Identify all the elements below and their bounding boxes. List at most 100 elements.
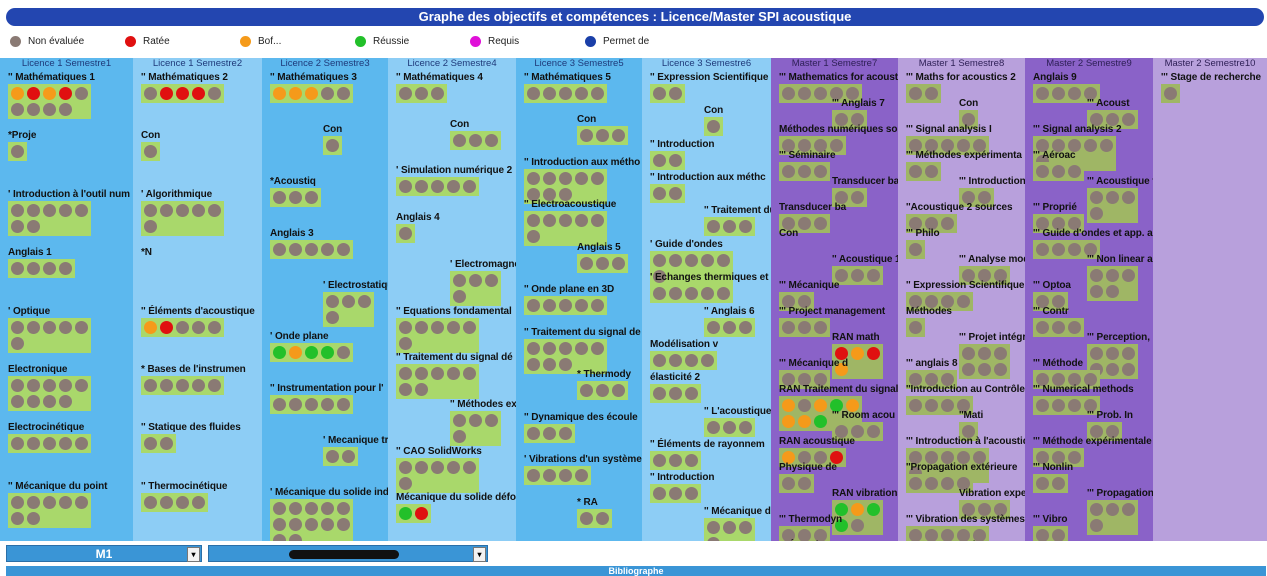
- evaluation-dot[interactable]: [469, 413, 482, 427]
- evaluation-dot[interactable]: [27, 203, 40, 217]
- evaluation-dot[interactable]: [11, 219, 24, 233]
- evaluation-dot[interactable]: [814, 217, 827, 230]
- competency-label[interactable]: Physique de: [779, 462, 837, 473]
- competency-label[interactable]: ''' Analyse modale: [959, 254, 1025, 265]
- competency-label[interactable]: ''' Introduction: [959, 176, 1025, 187]
- competency-label[interactable]: ''' Philo: [906, 228, 940, 239]
- evaluation-dot[interactable]: [1052, 477, 1065, 490]
- evaluation-dot[interactable]: [527, 214, 540, 228]
- evaluation-dot[interactable]: [575, 214, 588, 228]
- competency-label[interactable]: '' Thermocinétique: [141, 481, 227, 492]
- competency-box[interactable]: [396, 504, 431, 524]
- evaluation-dot[interactable]: [575, 299, 588, 313]
- competency-box[interactable]: [1161, 84, 1180, 103]
- evaluation-dot[interactable]: [909, 165, 922, 178]
- evaluation-dot[interactable]: [27, 495, 40, 509]
- evaluation-dot[interactable]: [273, 534, 286, 541]
- evaluation-dot[interactable]: [75, 437, 88, 451]
- evaluation-dot[interactable]: [447, 180, 460, 194]
- competency-label[interactable]: ''Introduction au Contrôle: [906, 384, 1025, 395]
- evaluation-dot[interactable]: [723, 420, 736, 434]
- competency-label[interactable]: '' Introduction aux métho: [524, 157, 640, 168]
- competency-label[interactable]: '' Mathématiques 4: [396, 72, 483, 83]
- evaluation-dot[interactable]: [447, 320, 460, 334]
- evaluation-dot[interactable]: [43, 320, 56, 334]
- competency-box[interactable]: [141, 434, 176, 454]
- competency-label[interactable]: '' Traitement du signal d: [704, 205, 771, 216]
- competency-label[interactable]: ''' Acoustique fluide visqueux: [1087, 176, 1153, 187]
- competency-box[interactable]: [270, 84, 353, 103]
- evaluation-dot[interactable]: [208, 378, 221, 392]
- evaluation-dot[interactable]: [653, 453, 666, 467]
- competency-label[interactable]: '' Mathématiques 1: [8, 72, 95, 83]
- evaluation-dot[interactable]: [1052, 529, 1065, 541]
- evaluation-dot[interactable]: [851, 347, 864, 360]
- competency-box[interactable]: [1087, 500, 1138, 535]
- evaluation-dot[interactable]: [596, 511, 609, 525]
- evaluation-dot[interactable]: [685, 453, 698, 467]
- evaluation-dot[interactable]: [798, 165, 811, 178]
- evaluation-dot[interactable]: [739, 420, 752, 434]
- evaluation-dot[interactable]: [707, 220, 720, 234]
- evaluation-dot[interactable]: [176, 495, 189, 509]
- evaluation-dot[interactable]: [653, 253, 666, 267]
- evaluation-dot[interactable]: [1036, 321, 1049, 334]
- competency-box[interactable]: [141, 375, 224, 395]
- evaluation-dot[interactable]: [1122, 269, 1135, 282]
- competency-label[interactable]: '' Mathématiques 3: [270, 72, 357, 83]
- evaluation-dot[interactable]: [326, 310, 339, 324]
- evaluation-dot[interactable]: [11, 336, 24, 350]
- evaluation-dot[interactable]: [273, 398, 286, 412]
- competency-label[interactable]: Con: [323, 124, 342, 135]
- evaluation-dot[interactable]: [289, 242, 302, 256]
- evaluation-dot[interactable]: [160, 378, 173, 392]
- competency-label[interactable]: Transducer basics 1: [832, 176, 898, 187]
- competency-box[interactable]: [323, 135, 342, 155]
- level-select[interactable]: M1 ▾: [6, 545, 202, 562]
- evaluation-dot[interactable]: [337, 242, 350, 256]
- competency-box[interactable]: [779, 474, 814, 493]
- evaluation-dot[interactable]: [739, 320, 752, 334]
- competency-label[interactable]: Méthodes: [906, 306, 952, 317]
- competency-label[interactable]: ' Onde plane: [270, 331, 329, 342]
- evaluation-dot[interactable]: [289, 502, 302, 516]
- evaluation-dot[interactable]: [798, 87, 811, 100]
- evaluation-dot[interactable]: [559, 299, 572, 313]
- competency-label[interactable]: ''' Proprié: [1033, 202, 1077, 213]
- evaluation-dot[interactable]: [305, 87, 318, 100]
- evaluation-dot[interactable]: [925, 87, 938, 100]
- evaluation-dot[interactable]: [399, 336, 412, 350]
- evaluation-dot[interactable]: [653, 287, 666, 301]
- competency-box[interactable]: [1033, 474, 1068, 493]
- evaluation-dot[interactable]: [527, 357, 540, 371]
- evaluation-dot[interactable]: [59, 320, 72, 334]
- student-select[interactable]: ▾: [208, 545, 488, 562]
- competency-box[interactable]: [650, 184, 685, 204]
- evaluation-dot[interactable]: [415, 460, 428, 474]
- evaluation-dot[interactable]: [337, 346, 350, 360]
- evaluation-dot[interactable]: [11, 145, 24, 159]
- competency-box[interactable]: [577, 508, 612, 528]
- competency-label[interactable]: Con: [450, 119, 469, 130]
- competency-box[interactable]: [1087, 266, 1138, 301]
- evaluation-dot[interactable]: [453, 289, 466, 303]
- competency-label[interactable]: ''' Acoust: [1087, 98, 1130, 109]
- evaluation-dot[interactable]: [453, 133, 466, 147]
- evaluation-dot[interactable]: [1068, 321, 1081, 334]
- evaluation-dot[interactable]: [653, 187, 666, 201]
- competency-label[interactable]: '' L'acoustique du B.E. (v: [704, 406, 771, 417]
- competency-label[interactable]: ''' Perception, psychoacoustics: [1087, 332, 1153, 343]
- evaluation-dot[interactable]: [273, 502, 286, 516]
- competency-label[interactable]: Anglais 5: [577, 242, 621, 253]
- competency-box[interactable]: [906, 84, 941, 103]
- evaluation-dot[interactable]: [701, 287, 714, 301]
- evaluation-dot[interactable]: [273, 242, 286, 256]
- evaluation-dot[interactable]: [1164, 87, 1177, 100]
- competency-label[interactable]: Anglais 3: [270, 228, 314, 239]
- competency-box[interactable]: [704, 217, 755, 237]
- competency-box[interactable]: [650, 384, 701, 404]
- competency-box[interactable]: [650, 450, 701, 470]
- evaluation-dot[interactable]: [543, 341, 556, 355]
- competency-label[interactable]: ''' Aéroac: [1033, 150, 1076, 161]
- evaluation-dot[interactable]: [543, 87, 556, 100]
